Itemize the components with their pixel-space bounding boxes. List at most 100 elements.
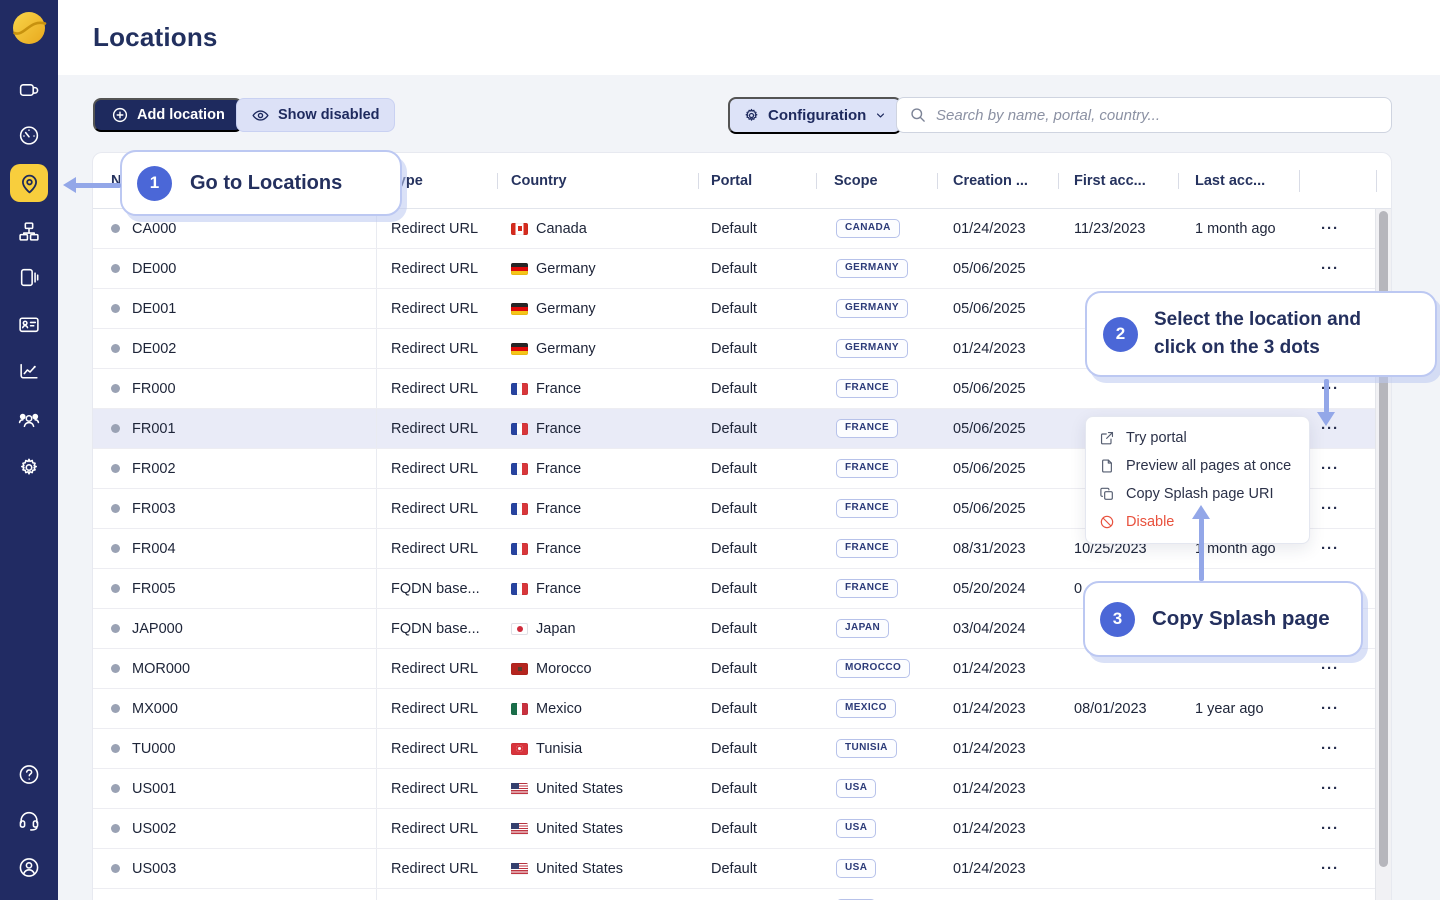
row-actions-button[interactable]: ··· (1321, 820, 1339, 837)
column-header-portal[interactable]: Portal (698, 173, 816, 189)
creation-date: 01/24/2023 (937, 741, 1058, 757)
location-type: Redirect URL (376, 489, 497, 528)
menu-item-label: Disable (1126, 514, 1174, 530)
eye-icon (251, 106, 270, 125)
location-name: CA000 (132, 221, 176, 237)
callout-text: Select the location and click on the 3 d… (1154, 306, 1382, 363)
devices-icon[interactable] (18, 266, 41, 289)
row-actions-button[interactable]: ··· (1321, 220, 1339, 237)
row-actions-button[interactable]: ··· (1321, 700, 1339, 717)
row-actions-button[interactable]: ··· (1321, 540, 1339, 557)
help-icon[interactable] (18, 763, 41, 786)
row-actions-button[interactable]: ··· (1321, 500, 1339, 517)
page-title: Locations (93, 22, 218, 53)
table-row[interactable]: MX000 Redirect URL Mexico Default MEXICO… (93, 689, 1377, 729)
location-portal: Default (698, 701, 816, 717)
country-flag-icon (511, 463, 528, 475)
callout-number-badge: 3 (1100, 602, 1135, 637)
menu-item-label: Copy Splash page URI (1126, 486, 1274, 502)
location-type: Redirect URL (376, 809, 497, 848)
status-dot (111, 744, 120, 753)
table-row[interactable]: US003 Redirect URL United States Default… (93, 849, 1377, 889)
status-dot (111, 504, 120, 513)
add-location-button[interactable]: Add location (93, 98, 243, 132)
location-name: FR003 (132, 501, 176, 517)
row-actions-button[interactable]: ··· (1321, 780, 1339, 797)
search-icon (909, 106, 927, 124)
topbar: Locations (58, 0, 1440, 75)
show-disabled-label: Show disabled (278, 107, 380, 123)
row-actions-button[interactable]: ··· (1321, 260, 1339, 277)
country-flag-icon (511, 583, 528, 595)
column-header-country[interactable]: Country (497, 173, 698, 189)
callout-number-badge: 2 (1103, 317, 1138, 352)
configuration-button[interactable]: Configuration (728, 97, 902, 134)
callout-step-1: 1 Go to Locations (120, 150, 402, 216)
menu-item-try-portal[interactable]: Try portal (1086, 424, 1309, 452)
location-type: FQDN base... (376, 569, 497, 608)
row-actions-button[interactable]: ··· (1321, 740, 1339, 757)
table-row[interactable]: DE000 Redirect URL Germany Default GERMA… (93, 249, 1377, 289)
country-name: France (536, 541, 581, 557)
location-type: Redirect URL (376, 729, 497, 768)
scope-badge: GERMANY (836, 339, 908, 359)
account-icon[interactable] (18, 856, 41, 879)
status-dot (111, 784, 120, 793)
scope-badge: FRANCE (836, 459, 898, 479)
country-name: Tunisia (536, 741, 582, 757)
location-type: Redirect URL (376, 529, 497, 568)
creation-date: 05/06/2025 (937, 261, 1058, 277)
scope-badge: USA (836, 779, 876, 799)
scope-badge: MEXICO (836, 699, 896, 719)
country-name: United States (536, 821, 623, 837)
line-chart-icon[interactable] (18, 360, 41, 383)
creation-date: 01/24/2023 (937, 821, 1058, 837)
column-header-last-access[interactable]: Last acc... (1178, 173, 1299, 189)
country-name: Germany (536, 261, 596, 277)
location-name: MOR000 (132, 661, 190, 677)
status-dot (111, 224, 120, 233)
creation-date: 05/06/2025 (937, 501, 1058, 517)
country-flag-icon (511, 703, 528, 715)
plus-circle-icon (111, 106, 129, 124)
location-portal: Default (698, 541, 816, 557)
location-portal: Default (698, 221, 816, 237)
column-header-creation[interactable]: Creation ... (937, 173, 1058, 189)
table-row[interactable]: TU000 Redirect URL Tunisia Default TUNIS… (93, 729, 1377, 769)
location-name: US002 (132, 821, 176, 837)
column-header-scope[interactable]: Scope (816, 173, 937, 189)
location-name: MX000 (132, 701, 178, 717)
search-input[interactable] (936, 107, 1379, 124)
location-portal: Default (698, 661, 816, 677)
contact-card-icon[interactable] (18, 313, 41, 336)
callout-number-badge: 1 (137, 166, 172, 201)
row-actions-button[interactable]: ··· (1321, 860, 1339, 877)
location-portal: Default (698, 821, 816, 837)
table-row[interactable]: US002 Redirect URL United States Default… (93, 809, 1377, 849)
dashboard-gauge-icon[interactable] (18, 124, 41, 147)
sidebar-item-locations[interactable] (10, 164, 48, 202)
column-header-first-access[interactable]: First acc... (1058, 173, 1178, 189)
sitemap-icon[interactable] (18, 220, 41, 243)
show-disabled-button[interactable]: Show disabled (236, 98, 395, 132)
location-type: Redirect URL (376, 849, 497, 888)
country-flag-icon (511, 423, 528, 435)
headset-icon[interactable] (18, 809, 41, 832)
coffee-cup-icon[interactable] (18, 78, 41, 101)
row-actions-button[interactable]: ··· (1321, 460, 1339, 477)
row-actions-button[interactable]: ··· (1321, 660, 1339, 677)
table-row[interactable]: USA (93, 889, 1377, 900)
gear-icon[interactable] (18, 456, 41, 479)
menu-item-copy-splash-uri[interactable]: Copy Splash page URI (1086, 480, 1309, 508)
scope-badge: FRANCE (836, 579, 898, 599)
menu-item-preview-all-pages[interactable]: Preview all pages at once (1086, 452, 1309, 480)
scope-badge: TUNISIA (836, 739, 897, 759)
scope-badge: MOROCCO (836, 659, 910, 679)
users-icon[interactable] (18, 408, 41, 431)
scope-badge: FRANCE (836, 499, 898, 519)
table-row[interactable]: US001 Redirect URL United States Default… (93, 769, 1377, 809)
location-portal: Default (698, 861, 816, 877)
creation-date: 08/31/2023 (937, 541, 1058, 557)
country-name: France (536, 581, 581, 597)
country-name: United States (536, 781, 623, 797)
